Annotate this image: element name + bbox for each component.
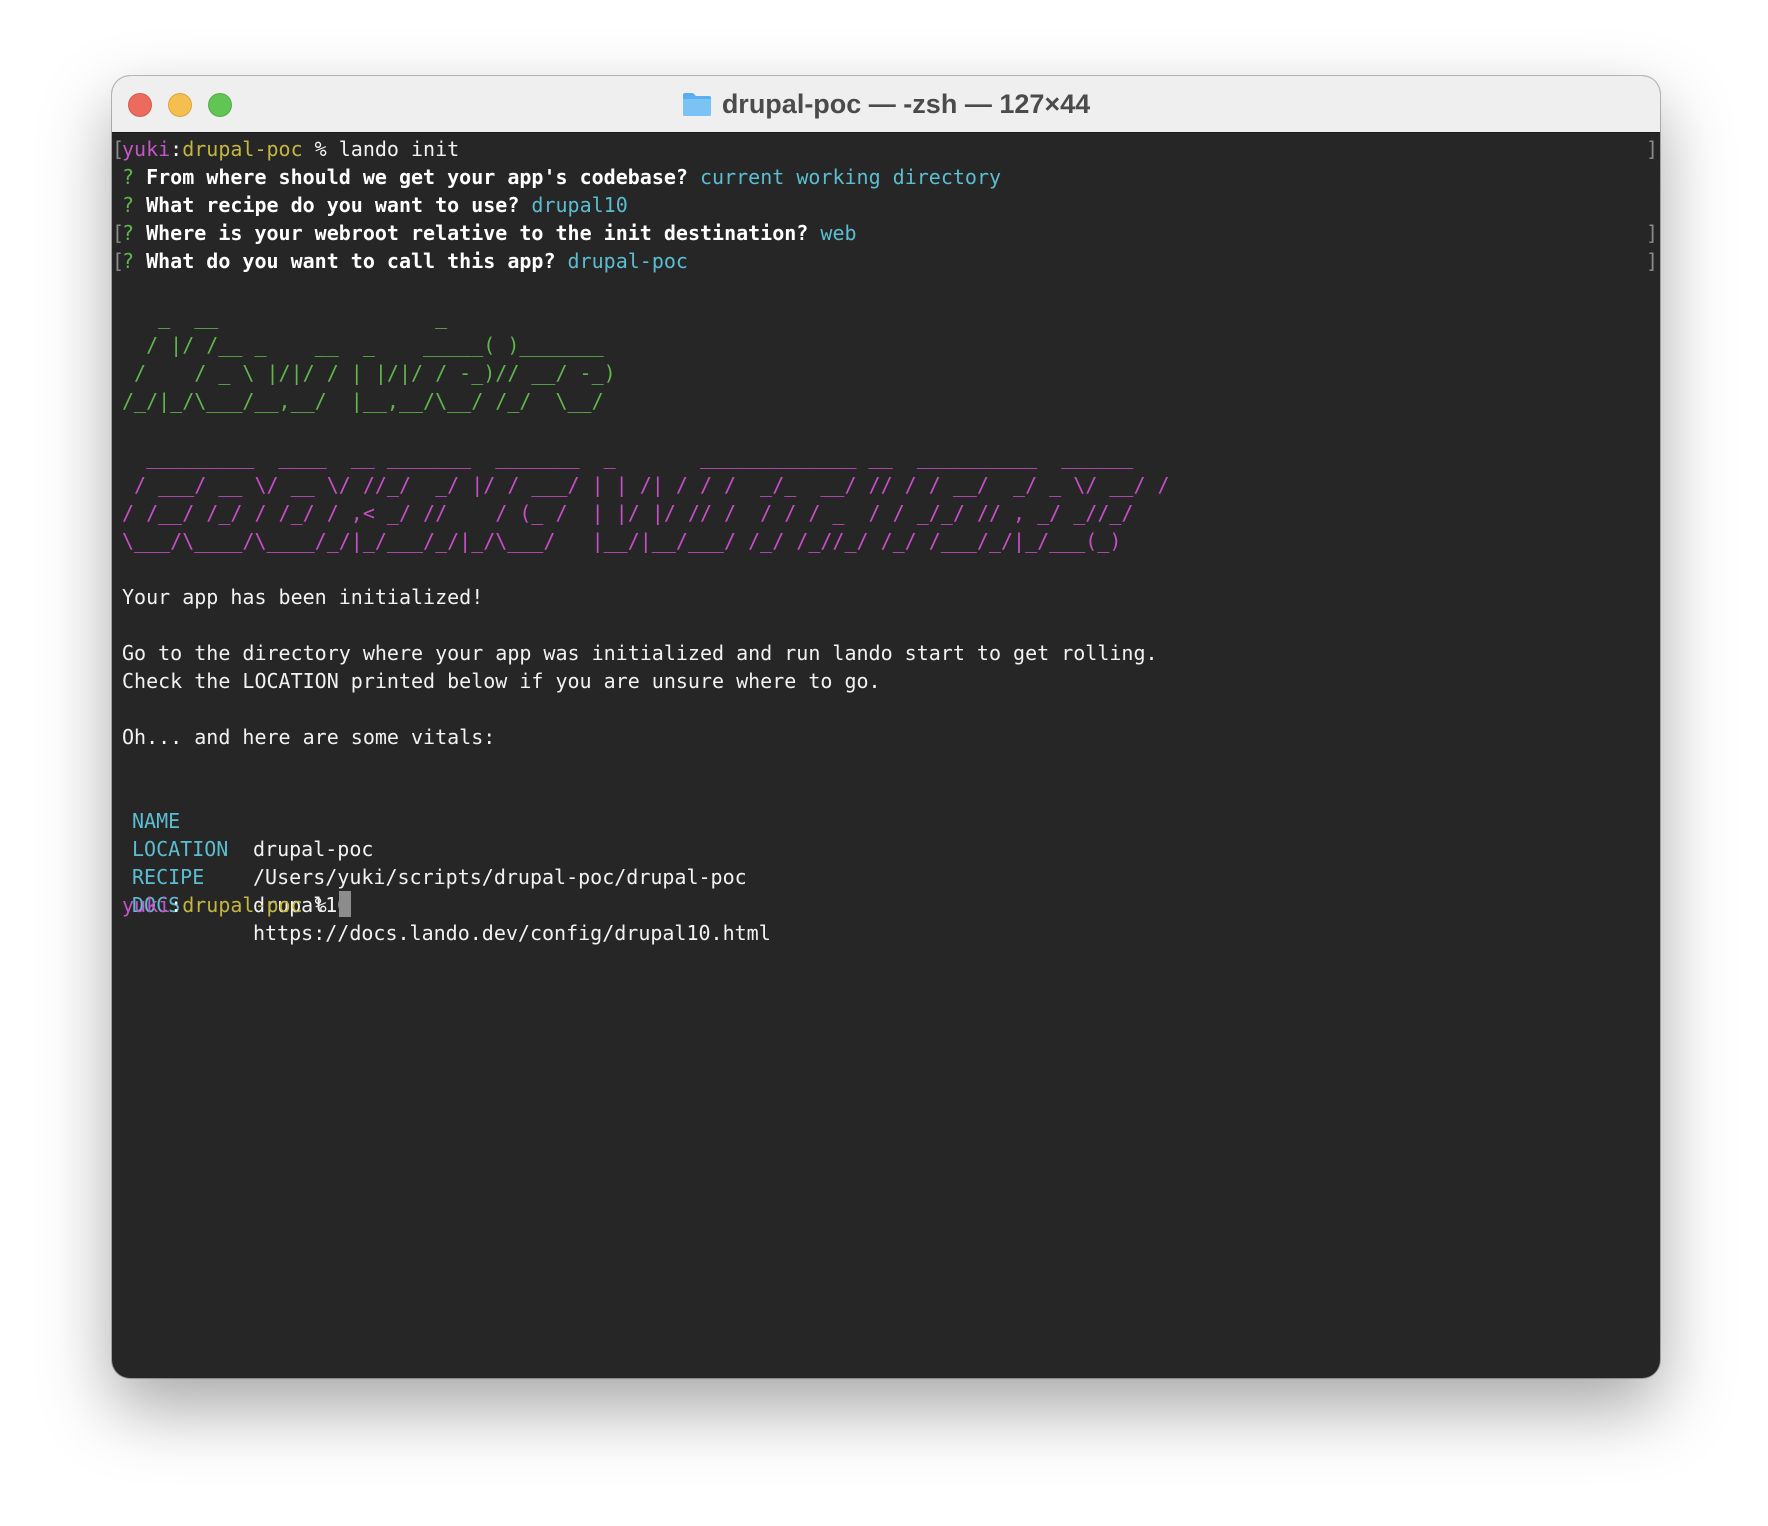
current-prompt[interactable]: yuki:drupal-poc % xyxy=(122,891,351,919)
command-line: yuki:drupal-poc % lando init xyxy=(122,135,459,163)
question-line: ? What recipe do you want to use? drupal… xyxy=(122,191,628,219)
check-message: Check the LOCATION printed below if you … xyxy=(122,669,881,693)
question-line: ? Where is your webroot relative to the … xyxy=(122,219,857,247)
terminal-window: drupal-poc — -zsh — 127×44 [ yuki:drupal… xyxy=(112,76,1660,1378)
go-to-message: Go to the directory where your app was i… xyxy=(122,641,1158,665)
vital-value: drupal-poc xyxy=(253,837,374,861)
prompt-sep: : xyxy=(170,137,183,161)
vitals-table: NAME drupal-poc LOCATION /Users/yuki/scr… xyxy=(132,779,771,945)
text-cursor xyxy=(338,891,351,917)
vital-row: DOCS https://docs.lando.dev/config/drupa… xyxy=(132,863,771,945)
ascii-art-line: _ __ _ xyxy=(122,305,448,329)
ascii-art-line: \___/\____/\____/_/|_/___/_/|_/\___/ |__… xyxy=(122,529,1122,553)
mark-bracket: ] xyxy=(1645,137,1658,161)
initialized-message: Your app has been initialized! xyxy=(122,585,484,609)
answer-text: drupal10 xyxy=(531,193,628,217)
prompt-dir: drupal-poc xyxy=(182,893,303,917)
prompt-dir: drupal-poc xyxy=(182,137,303,161)
ascii-art-line: _________ ____ __ _______ _______ _ ____… xyxy=(122,445,1134,469)
answer-text: drupal-poc xyxy=(567,249,688,273)
folder-icon xyxy=(682,93,711,116)
vital-value: /Users/yuki/scripts/drupal-poc/drupal-po… xyxy=(253,865,747,889)
answer-text: current working directory xyxy=(700,165,1002,189)
docs-link[interactable]: https://docs.lando.dev/config/drupal10.h… xyxy=(253,919,771,947)
ascii-art-line: / ___/ __ \/ __ \/ //_/ _/ |/ / ___/ | |… xyxy=(122,473,1170,497)
vitals-intro: Oh... and here are some vitals: xyxy=(122,725,496,749)
title-bar[interactable]: drupal-poc — -zsh — 127×44 xyxy=(112,76,1660,133)
answer-text: web xyxy=(820,221,857,245)
mark-bracket: ] xyxy=(1645,249,1658,273)
ascii-art-line: /_/|_/\___/__,__/ |__,__/\__/ /_/ \__/ xyxy=(122,389,604,413)
vital-row: LOCATION /Users/yuki/scripts/drupal-poc/… xyxy=(132,807,747,889)
question-mark: ? xyxy=(122,165,147,189)
question-mark: ? xyxy=(122,249,147,273)
question-text: What do you want to call this app? xyxy=(146,249,556,273)
question-text: What recipe do you want to use? xyxy=(146,193,520,217)
prompt-sep: : xyxy=(170,893,183,917)
prompt-user: yuki xyxy=(122,137,171,161)
vital-row: RECIPE drupal10 xyxy=(132,835,349,917)
question-mark: ? xyxy=(122,193,147,217)
prompt-symbol: % xyxy=(302,893,339,917)
question-text: From where should we get your app's code… xyxy=(146,165,688,189)
vital-row: NAME drupal-poc xyxy=(132,779,373,861)
command-text: lando init xyxy=(338,137,460,161)
ascii-art-line: / / _ \ |/|/ / | |/|/ / -_)// __/ -_) xyxy=(122,361,616,385)
question-text: Where is your webroot relative to the in… xyxy=(146,221,809,245)
question-line: ? From where should we get your app's co… xyxy=(122,163,1001,191)
ascii-art-line: / /__/ /_/ / /_/ / ,< _/ // / (_ / | |/ … xyxy=(122,501,1134,525)
prompt-user: yuki xyxy=(122,893,171,917)
question-line: ? What do you want to call this app? dru… xyxy=(122,247,688,275)
mark-bracket: ] xyxy=(1645,221,1658,245)
terminal-output[interactable]: [ yuki:drupal-poc % lando init ] ? From … xyxy=(112,133,1660,1378)
window-title: drupal-poc — -zsh — 127×44 xyxy=(721,88,1091,119)
window-title-container: drupal-poc — -zsh — 127×44 xyxy=(112,76,1660,132)
prompt-symbol: % xyxy=(302,137,339,161)
ascii-art-line: / |/ /__ _ __ _ _____( )_______ xyxy=(122,333,604,357)
question-mark: ? xyxy=(122,221,147,245)
